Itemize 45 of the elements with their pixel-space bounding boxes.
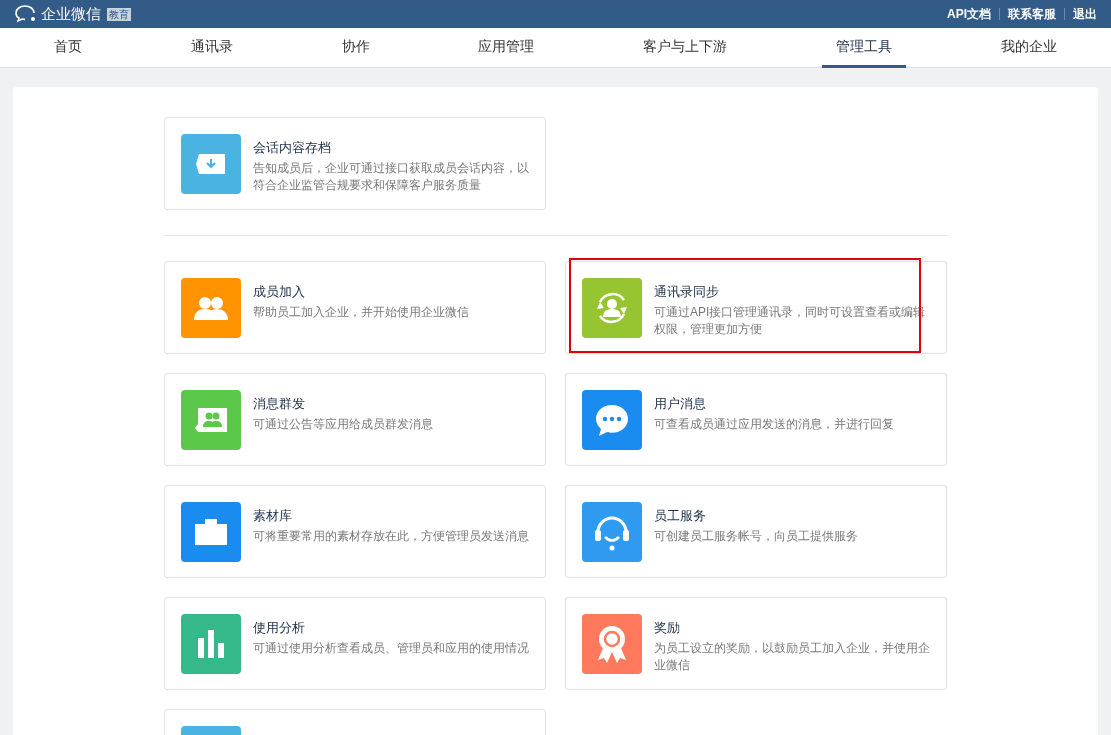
- nav-tab[interactable]: 应用管理: [464, 28, 549, 68]
- tool-title: 通讯录同步: [654, 283, 720, 301]
- tool-description: 为员工设立的奖励，以鼓励员工加入企业，并使用企业微信: [654, 640, 931, 674]
- tool-title: 用户消息: [654, 395, 707, 413]
- tool-title: 员工服务: [654, 507, 707, 525]
- tool-description: 可通过公告等应用给成员群发消息: [253, 416, 433, 433]
- tool-title: 奖励: [654, 619, 681, 637]
- nav-tab[interactable]: 通讯录: [177, 28, 248, 68]
- download-tag-icon: [195, 152, 227, 176]
- nav-tab[interactable]: 协作: [327, 28, 384, 68]
- bar-graph-icon: [197, 630, 225, 658]
- tool-title: 消息群发: [253, 395, 306, 413]
- nav-tab[interactable]: 首页: [40, 28, 97, 68]
- header-link[interactable]: API文档: [947, 5, 991, 23]
- tool-card[interactable]: 奖励 为员工设立的奖励，以鼓励员工加入企业，并使用企业微信: [565, 597, 947, 690]
- logo-text: 企业微信: [41, 3, 101, 24]
- tool-card[interactable]: 素材库 可将重要常用的素材存放在此，方便管理员发送消息: [164, 485, 546, 578]
- tool-description: 可创建员工服务帐号，向员工提供服务: [654, 528, 858, 545]
- header-link[interactable]: 退出: [1073, 5, 1097, 23]
- tool-title: 会话内容存档: [253, 139, 332, 157]
- tool-card[interactable]: 使用分析 可通过使用分析查看成员、管理员和应用的使用情况: [164, 597, 546, 690]
- tool-title: 素材库: [253, 507, 293, 525]
- tool-card[interactable]: 会话内容存档 告知成员后，企业可通过接口获取成员会话内容，以符合企业监管合规要求和保障客户服务质量: [164, 117, 546, 210]
- header-link[interactable]: 联系客服: [1008, 5, 1056, 23]
- briefcase-icon: [195, 519, 227, 545]
- tool-card[interactable]: 消息群发 可通过公告等应用给成员群发消息: [164, 373, 546, 466]
- tool-description: 告知成员后，企业可通过接口获取成员会话内容，以符合企业监管合规要求和保障客户服务质量: [253, 160, 530, 194]
- contact-card-icon: [194, 407, 228, 433]
- nav-tab[interactable]: 我的企业: [986, 28, 1071, 68]
- tool-description: 可通过使用分析查看成员、管理员和应用的使用情况: [253, 640, 529, 657]
- tool-description: 帮助员工加入企业，并开始使用企业微信: [253, 304, 469, 321]
- medal-icon: [595, 624, 629, 664]
- tool-title: 使用分析: [253, 619, 306, 637]
- tool-description: 可将重要常用的素材存放在此，方便管理员发送消息: [253, 528, 529, 545]
- chat-logo-icon: [14, 4, 38, 24]
- tool-title: 成员加入: [253, 283, 306, 301]
- edition-badge: 教育: [107, 7, 131, 21]
- nav-tab[interactable]: 管理工具: [821, 28, 906, 68]
- tool-card[interactable]: 成员加入 帮助员工加入企业，并开始使用企业微信: [164, 261, 546, 354]
- nav-tab[interactable]: 客户与上下游: [629, 28, 742, 68]
- people-icon: [193, 295, 229, 321]
- tool-card[interactable]: 用户消息 可查看成员通过应用发送的消息，并进行回复: [565, 373, 947, 466]
- chat-bubble-icon: [594, 403, 630, 437]
- tool-card[interactable]: 员工服务 可创建员工服务帐号，向员工提供服务: [565, 485, 947, 578]
- tool-description: 可查看成员通过应用发送的消息，并进行回复: [654, 416, 894, 433]
